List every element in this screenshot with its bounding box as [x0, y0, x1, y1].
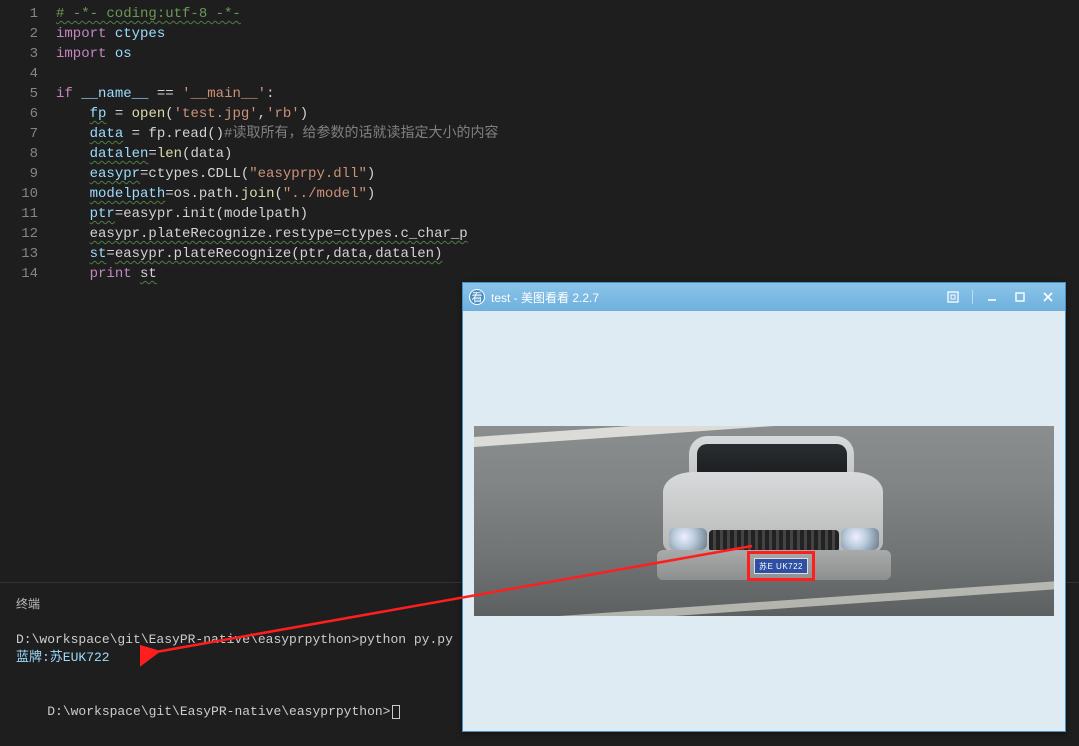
code-line[interactable]: ptr=easypr.init(modelpath): [56, 204, 1079, 224]
code-line[interactable]: if __name__ == '__main__':: [56, 84, 1079, 104]
minimize-button[interactable]: [981, 288, 1003, 306]
line-number: 10: [0, 184, 38, 204]
line-number: 5: [0, 84, 38, 104]
code-line[interactable]: fp = open('test.jpg','rb'): [56, 104, 1079, 124]
maximize-button[interactable]: [1009, 288, 1031, 306]
test-image: 苏E UK722: [474, 426, 1054, 616]
titlebar-separator: [972, 290, 973, 304]
line-number: 6: [0, 104, 38, 124]
code-line[interactable]: data = fp.read()#读取所有，给参数的话就读指定大小的内容: [56, 124, 1079, 144]
fullscreen-button[interactable]: [942, 288, 964, 306]
code-line[interactable]: datalen=len(data): [56, 144, 1079, 164]
image-viewer-window[interactable]: 看 test - 美图看看 2.2.7: [462, 282, 1066, 732]
code-line[interactable]: modelpath=os.path.join("../model"): [56, 184, 1079, 204]
image-viewer-titlebar[interactable]: 看 test - 美图看看 2.2.7: [463, 283, 1065, 311]
code-line[interactable]: easypr=ctypes.CDLL("easyprpy.dll"): [56, 164, 1079, 184]
window-title: test - 美图看看 2.2.7: [491, 289, 936, 306]
code-line[interactable]: st=easypr.plateRecognize(ptr,data,datale…: [56, 244, 1079, 264]
close-button[interactable]: [1037, 288, 1059, 306]
line-number: 14: [0, 264, 38, 284]
line-number: 1: [0, 4, 38, 24]
line-number: 2: [0, 24, 38, 44]
line-number: 3: [0, 44, 38, 64]
line-number: 8: [0, 144, 38, 164]
license-plate: 苏E UK722: [754, 558, 808, 574]
line-number: 7: [0, 124, 38, 144]
line-number: 9: [0, 164, 38, 184]
line-number: 11: [0, 204, 38, 224]
code-line[interactable]: print st: [56, 264, 1079, 284]
line-number: 4: [0, 64, 38, 84]
code-line[interactable]: import os: [56, 44, 1079, 64]
code-line[interactable]: # -*- coding:utf-8 -*-: [56, 4, 1079, 24]
line-number: 13: [0, 244, 38, 264]
car-illustration: 苏E UK722: [649, 436, 899, 586]
license-plate-detection-box: 苏E UK722: [747, 551, 815, 581]
code-line[interactable]: easypr.plateRecognize.restype=ctypes.c_c…: [56, 224, 1079, 244]
code-line[interactable]: [56, 64, 1079, 84]
terminal-prompt: D:\workspace\git\EasyPR-native\easyprpyt…: [47, 704, 390, 719]
line-number-gutter: 1234567891011121314: [0, 0, 56, 582]
line-number: 12: [0, 224, 38, 244]
app-icon: 看: [469, 289, 485, 305]
terminal-cursor: [392, 705, 400, 719]
image-viewer-content[interactable]: 苏E UK722: [463, 311, 1065, 731]
code-line[interactable]: import ctypes: [56, 24, 1079, 44]
